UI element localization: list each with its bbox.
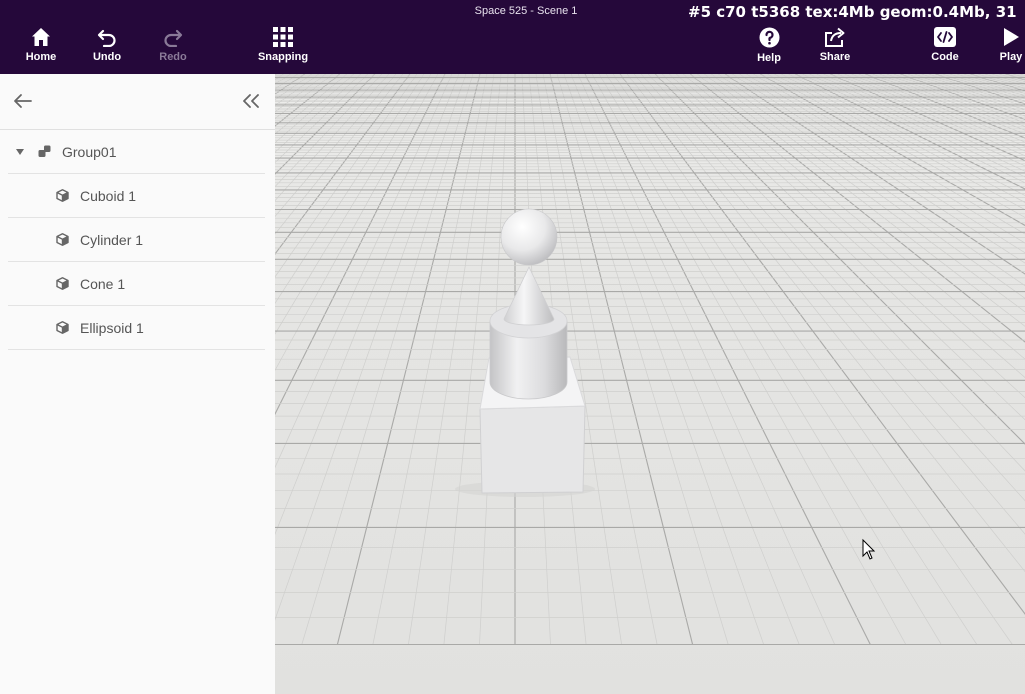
play-icon (1002, 27, 1020, 47)
tree-item-label: Cylinder 1 (80, 232, 144, 248)
redo-label: Redo (159, 51, 187, 63)
code-label: Code (931, 51, 959, 63)
tree-item-cylinder[interactable]: Cylinder 1 (8, 218, 265, 262)
undo-label: Undo (92, 51, 122, 63)
redo-button[interactable]: Redo (157, 27, 189, 71)
collapse-panel-icon[interactable] (240, 91, 262, 111)
top-toolbar: Space 525 - Scene 1 #5 c70 t5368 tex:4Mb… (0, 0, 1025, 74)
back-arrow-icon[interactable] (12, 91, 34, 111)
tree-item-label: Ellipsoid 1 (80, 320, 144, 336)
panel-header (0, 74, 275, 130)
tree-item-cone[interactable]: Cone 1 (8, 262, 265, 306)
tree-item-label: Cuboid 1 (80, 188, 137, 204)
home-icon (31, 27, 51, 47)
ellipsoid-object[interactable] (500, 208, 558, 266)
undo-icon (97, 27, 117, 47)
redo-icon (163, 27, 183, 47)
share-button[interactable]: Share (818, 27, 852, 71)
3d-viewport[interactable] (275, 74, 1025, 694)
tree-item-ellipsoid[interactable]: Ellipsoid 1 (8, 306, 265, 350)
tree-item-cuboid[interactable]: Cuboid 1 (8, 174, 265, 218)
scene-canvas[interactable] (275, 74, 1025, 694)
tree-item-group01[interactable]: Group01 (8, 130, 265, 174)
tree-item-label: Cone 1 (80, 276, 126, 292)
help-button[interactable]: Help (753, 27, 785, 71)
expand-triangle-icon[interactable] (16, 149, 24, 155)
snapping-label: Snapping (257, 51, 309, 63)
group-icon (38, 145, 51, 158)
play-label: Play (999, 51, 1023, 63)
home-label: Home (25, 51, 57, 63)
share-icon (824, 27, 846, 47)
tree-item-label: Group01 (62, 144, 117, 160)
cube-icon (56, 233, 69, 246)
help-label: Help (757, 52, 781, 64)
undo-button[interactable]: Undo (91, 27, 123, 71)
cube-icon (56, 321, 69, 334)
cube-icon (56, 277, 69, 290)
cube-icon (56, 189, 69, 202)
scene-hierarchy-panel: Group01 Cuboid 1 Cylinder 1 Cone 1 Ellip… (0, 74, 276, 694)
grid-icon (273, 27, 293, 47)
code-icon (934, 27, 956, 47)
home-button[interactable]: Home (24, 27, 58, 71)
code-button[interactable]: Code (928, 27, 962, 71)
performance-stats: #5 c70 t5368 tex:4Mb geom:0.4Mb, 31 (688, 3, 1017, 21)
help-icon (759, 27, 780, 48)
snapping-button[interactable]: Snapping (256, 27, 310, 71)
play-button[interactable]: Play (998, 27, 1024, 71)
share-label: Share (819, 51, 851, 63)
